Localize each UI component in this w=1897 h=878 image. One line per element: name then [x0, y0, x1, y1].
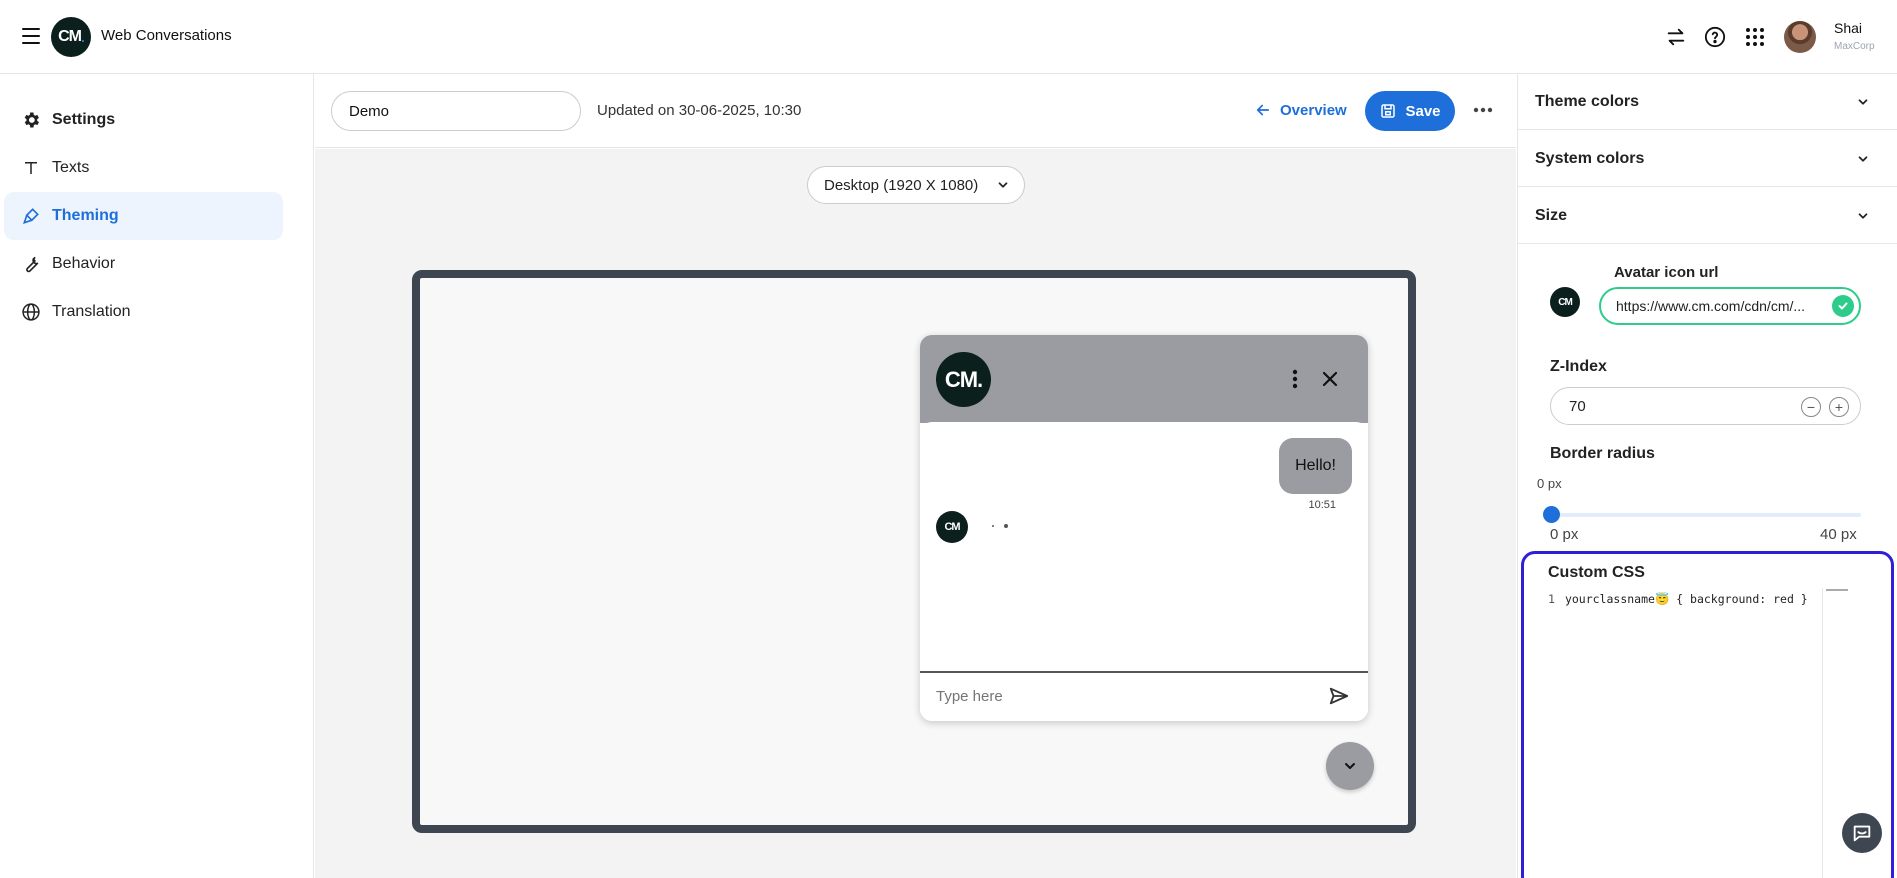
accordion-label: System colors	[1535, 149, 1645, 167]
more-options-icon[interactable]	[1471, 100, 1495, 120]
save-button[interactable]: Save	[1365, 91, 1455, 131]
chevron-down-icon	[998, 182, 1008, 188]
logo-dot: .	[81, 29, 85, 45]
top-bar: CM. Web Conversations Shai MaxCorp	[0, 0, 1897, 74]
device-select[interactable]: Desktop (1920 X 1080)	[807, 166, 1025, 204]
sidebar-item-theming[interactable]: Theming	[4, 192, 283, 240]
switch-icon[interactable]	[1663, 24, 1689, 50]
user-name: Shai	[1834, 20, 1863, 36]
send-icon[interactable]	[1328, 685, 1350, 707]
sidebar-item-translation[interactable]: Translation	[4, 288, 283, 336]
message-bubble: Hello!	[1279, 438, 1352, 494]
chevron-down-icon	[1858, 156, 1868, 162]
device-select-value: Desktop (1920 X 1080)	[824, 176, 979, 194]
sidebar-item-label: Theming	[52, 207, 119, 224]
chat-menu-icon[interactable]	[1292, 369, 1298, 389]
accordion-size[interactable]: Size	[1518, 188, 1897, 244]
user-avatar[interactable]	[1784, 21, 1816, 53]
increment-button[interactable]: +	[1829, 397, 1849, 417]
editor-minimap[interactable]	[1826, 589, 1848, 591]
sidebar-item-label: Settings	[52, 111, 116, 128]
menu-icon[interactable]	[22, 28, 40, 44]
sidebar-item-texts[interactable]: Texts	[4, 144, 283, 192]
line-number: 1	[1548, 592, 1555, 606]
updated-text: Updated on 30-06-2025, 10:30	[597, 102, 802, 119]
name-input[interactable]	[331, 91, 581, 131]
chat-header: CM.	[920, 335, 1368, 423]
chat-logo: CM.	[936, 352, 991, 407]
wrench-icon	[20, 253, 42, 275]
preview-area: Desktop (1920 X 1080) CM. Hello! 10:51 C…	[315, 149, 1516, 878]
help-icon[interactable]	[1702, 24, 1728, 50]
chat-messages: Hello! 10:51 CM	[920, 422, 1368, 672]
chat-support-icon[interactable]	[1842, 813, 1882, 853]
chat-message-input[interactable]	[920, 673, 1310, 719]
accordion-label: Size	[1535, 206, 1568, 224]
accordion-system-colors[interactable]: System colors	[1518, 131, 1897, 187]
save-icon	[1381, 104, 1396, 118]
overview-label: Overview	[1280, 101, 1347, 119]
arrow-left-icon	[1256, 104, 1270, 116]
custom-css-editor[interactable]: Custom CSS 1 yourclassname😇 { background:…	[1521, 551, 1894, 878]
code-line[interactable]: 1 yourclassname😇 { background: red }	[1548, 592, 1808, 606]
border-radius-slider-thumb[interactable]	[1543, 506, 1560, 523]
sidebar-item-label: Texts	[52, 159, 90, 176]
sidebar-item-behavior[interactable]: Behavior	[4, 240, 283, 288]
overview-link[interactable]: Overview	[1254, 101, 1347, 119]
device-frame: CM. Hello! 10:51 CM	[412, 270, 1416, 833]
chevron-down-icon	[1345, 763, 1355, 769]
theming-panel: Theme colors System colors Size Avatar i…	[1517, 74, 1897, 878]
border-radius-value: 0 px	[1537, 476, 1562, 491]
code-text: yourclassname😇 { background: red }	[1564, 592, 1808, 606]
avatar-preview: CM	[1550, 287, 1580, 317]
bot-avatar: CM	[936, 511, 968, 543]
chat-widget: CM. Hello! 10:51 CM	[920, 335, 1368, 721]
chat-input-row	[920, 671, 1368, 721]
check-icon	[1832, 295, 1854, 317]
border-radius-label: Border radius	[1550, 445, 1655, 462]
text-icon	[20, 157, 42, 179]
cm-logo[interactable]: CM.	[51, 17, 91, 57]
accordion-theme-colors[interactable]: Theme colors	[1518, 74, 1897, 130]
sidebar-item-settings[interactable]: Settings	[4, 96, 283, 144]
brush-icon	[20, 205, 42, 227]
typing-indicator	[992, 524, 1008, 528]
close-icon[interactable]	[1322, 371, 1338, 387]
save-label: Save	[1405, 102, 1441, 120]
chat-launcher-button[interactable]	[1326, 742, 1374, 790]
avatar-url-label: Avatar icon url	[1614, 264, 1719, 281]
globe-icon	[20, 301, 42, 323]
custom-css-label: Custom CSS	[1548, 564, 1645, 581]
gear-icon	[20, 109, 42, 131]
avatar-url-input[interactable]	[1599, 287, 1861, 325]
decrement-button[interactable]: −	[1801, 397, 1821, 417]
logo-text: CM	[58, 28, 82, 45]
editor-minimap-divider	[1822, 588, 1823, 878]
message-time: 10:51	[1308, 499, 1336, 511]
sidebar-item-label: Translation	[52, 303, 131, 320]
chevron-down-icon	[1858, 99, 1868, 105]
accordion-label: Theme colors	[1535, 92, 1640, 110]
border-radius-slider-track[interactable]	[1551, 513, 1861, 517]
app-title: Web Conversations	[101, 27, 232, 44]
editor-toolbar: Updated on 30-06-2025, 10:30 Overview Sa…	[315, 74, 1516, 148]
zindex-label: Z-Index	[1550, 358, 1607, 375]
apps-grid-icon[interactable]	[1742, 24, 1768, 50]
user-org: MaxCorp	[1834, 41, 1875, 52]
slider-max-label: 40 px	[1820, 526, 1857, 543]
slider-min-label: 0 px	[1550, 526, 1579, 543]
sidebar-item-label: Behavior	[52, 255, 116, 272]
sidebar: Settings Texts Theming Behavior Translat…	[0, 74, 314, 878]
chevron-down-icon	[1858, 213, 1868, 219]
